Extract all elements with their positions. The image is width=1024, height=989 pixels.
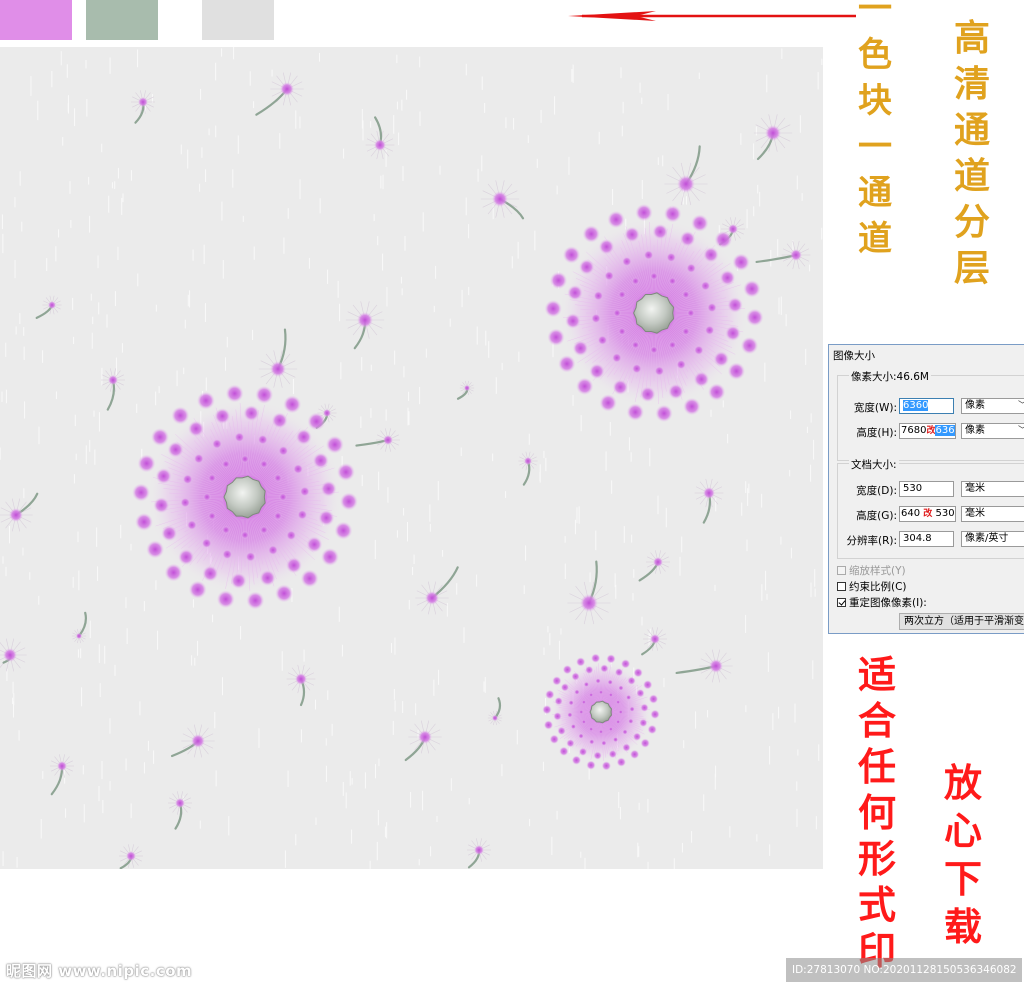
- resample-method-select[interactable]: 两次立方（适用于平滑渐变: [899, 613, 1024, 630]
- constrain-proportions-checkbox[interactable]: 约束比例(C): [837, 579, 907, 594]
- gold-right-char-3: 道: [954, 155, 991, 197]
- gold-right-char-0: 高: [954, 17, 991, 59]
- dialog-title: 图像大小: [833, 350, 875, 362]
- gold-left-char-3: 一: [858, 127, 892, 167]
- gold-left-char-4: 通: [858, 173, 892, 213]
- red-right-char-2: 下: [944, 856, 983, 901]
- red-arrow-icon: [568, 11, 856, 21]
- color-swatch-gray: [202, 0, 274, 40]
- red-right-char-3: 载: [944, 904, 983, 949]
- image-size-dialog: 图像大小 像素大小:46.6M 宽度(W): 6360 像素﹀ 高度(H): 7…: [828, 344, 1024, 634]
- red-left-char-1: 合: [858, 698, 897, 743]
- edit-mark: 改: [923, 509, 933, 519]
- annotation-download: 放心下载: [944, 764, 982, 956]
- resolution-unit-select[interactable]: 像素/英寸: [961, 531, 1024, 547]
- width-unit-select[interactable]: 像素﹀: [961, 398, 1024, 414]
- red-left-char-0: 适: [858, 652, 897, 697]
- color-swatch-sage: [86, 0, 158, 40]
- height-input[interactable]: 7680改6360: [899, 423, 956, 439]
- annotation-color-block-channel: 一色块一通道: [858, 0, 892, 268]
- chevron-down-icon: ﹀: [1018, 424, 1024, 438]
- height-unit-select[interactable]: 像素﹀: [961, 423, 1024, 439]
- gold-left-char-2: 块: [858, 81, 892, 121]
- red-right-char-0: 放: [944, 760, 983, 805]
- annotation-hd-channel-layers: 高清通道分层: [954, 20, 990, 296]
- red-left-char-2: 任: [858, 744, 897, 789]
- pixel-size-group: [837, 375, 1024, 461]
- height-label: 高度(H):: [856, 427, 897, 439]
- red-left-char-3: 何: [858, 790, 897, 835]
- doc-width-unit-select[interactable]: 毫米: [961, 481, 1024, 497]
- gold-right-char-1: 清: [954, 63, 991, 105]
- doc-height-label: 高度(G):: [856, 510, 897, 522]
- width-label: 宽度(W):: [853, 402, 897, 414]
- image-id-watermark: ID:27813070 NO:20201128150536346082: [786, 958, 1022, 982]
- annotation-suitable-print: 适合任何形式印: [858, 656, 896, 978]
- doc-height-input[interactable]: 640 改 530: [899, 506, 956, 522]
- color-swatch-magenta: [0, 0, 72, 40]
- gold-right-char-2: 通: [954, 109, 991, 151]
- scale-styles-checkbox[interactable]: 缩放样式(Y): [837, 563, 906, 578]
- pattern-canvas: [0, 47, 823, 869]
- resample-image-checkbox[interactable]: 重定图像像素(I):: [837, 595, 927, 610]
- resolution-label: 分辨率(R):: [846, 535, 897, 547]
- gold-left-char-5: 道: [858, 219, 892, 259]
- chevron-down-icon: ﹀: [1018, 399, 1024, 413]
- red-left-char-5: 式: [858, 882, 897, 927]
- document-size-label: 文档大小:: [849, 457, 899, 472]
- resolution-input[interactable]: 304.8: [899, 531, 954, 547]
- doc-width-input[interactable]: 530: [899, 481, 954, 497]
- gold-right-char-5: 层: [954, 247, 991, 289]
- gold-right-char-4: 分: [954, 201, 991, 243]
- red-left-char-4: 形: [858, 836, 897, 881]
- nipic-watermark: 昵图网 www.nipic.com: [6, 962, 193, 980]
- gold-left-char-1: 色: [858, 35, 892, 75]
- doc-width-label: 宽度(D):: [856, 485, 897, 497]
- pixel-size-label: 像素大小:46.6M: [849, 369, 931, 384]
- gold-left-char-0: 一: [858, 0, 892, 29]
- width-input[interactable]: 6360: [899, 398, 954, 414]
- red-right-char-1: 心: [944, 808, 983, 853]
- doc-height-unit-select[interactable]: 毫米: [961, 506, 1024, 522]
